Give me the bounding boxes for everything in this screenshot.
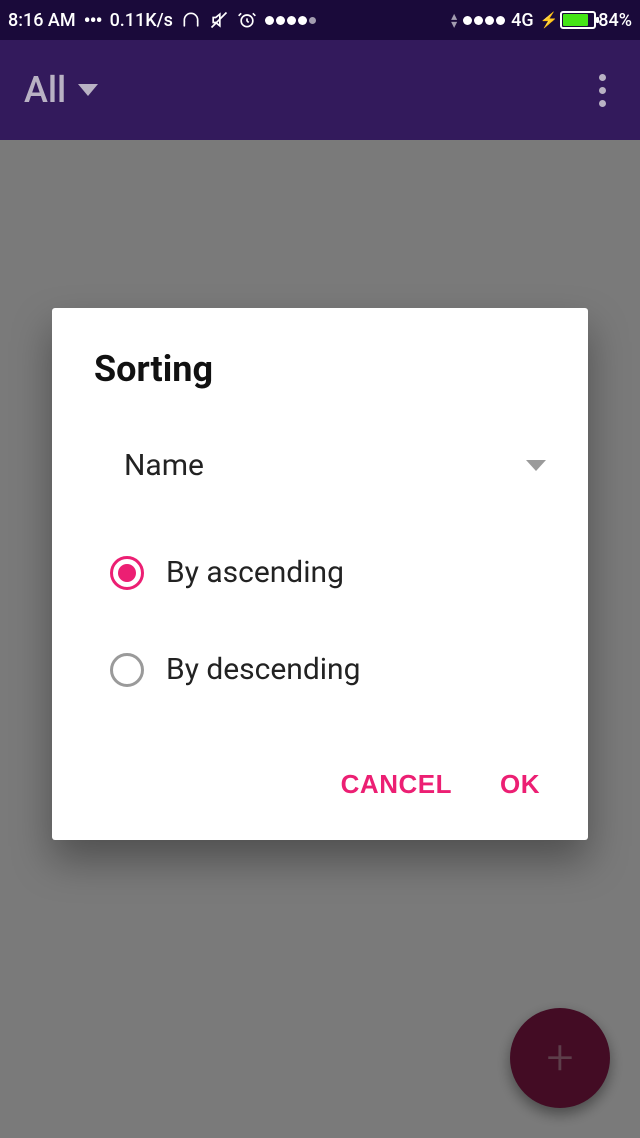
dialog-actions: CANCEL OK: [52, 709, 588, 816]
status-left: 8:16 AM ••• 0.11K/s: [8, 8, 316, 32]
chevron-down-icon: [78, 84, 98, 96]
radio-unselected-icon: [110, 653, 144, 687]
status-more-icon: •••: [84, 8, 102, 32]
app-bar: All: [0, 40, 640, 140]
battery-indicator: ⚡ 84%: [540, 10, 632, 31]
status-time: 8:16 AM: [8, 10, 76, 31]
status-bar: 8:16 AM ••• 0.11K/s ▴▾ 4G ⚡ 84%: [0, 0, 640, 40]
data-arrows-icon: ▴▾: [451, 12, 457, 28]
alarm-icon: [237, 10, 257, 30]
sort-descending-label: By descending: [166, 652, 360, 687]
sort-field-select[interactable]: Name: [52, 430, 588, 533]
overflow-menu-button[interactable]: [589, 64, 616, 117]
sort-descending-option[interactable]: By descending: [52, 630, 588, 709]
content-area: + Sorting Name By ascending By descendin…: [0, 140, 640, 1138]
chevron-down-icon: [526, 460, 546, 471]
network-type: 4G: [511, 10, 534, 31]
charging-icon: ⚡: [540, 11, 559, 29]
mute-icon: [209, 10, 229, 30]
radio-selected-icon: [110, 556, 144, 590]
sort-ascending-option[interactable]: By ascending: [52, 533, 588, 612]
sorting-dialog: Sorting Name By ascending By descending …: [52, 308, 588, 840]
status-net-speed: 0.11K/s: [110, 10, 173, 31]
sort-field-value: Name: [124, 448, 204, 483]
cancel-button[interactable]: CANCEL: [341, 769, 452, 800]
status-right: ▴▾ 4G ⚡ 84%: [451, 10, 632, 31]
battery-icon: [560, 11, 596, 29]
filter-dropdown[interactable]: All: [24, 69, 98, 111]
dialog-title: Sorting: [52, 348, 588, 430]
headphones-icon: [181, 10, 201, 30]
sort-ascending-label: By ascending: [166, 555, 344, 590]
appbar-title: All: [24, 69, 66, 111]
ok-button[interactable]: OK: [500, 769, 540, 800]
battery-percent: 84%: [598, 10, 632, 31]
signal-dots-icon: [463, 16, 505, 25]
status-notif-dots-icon: [265, 16, 316, 25]
